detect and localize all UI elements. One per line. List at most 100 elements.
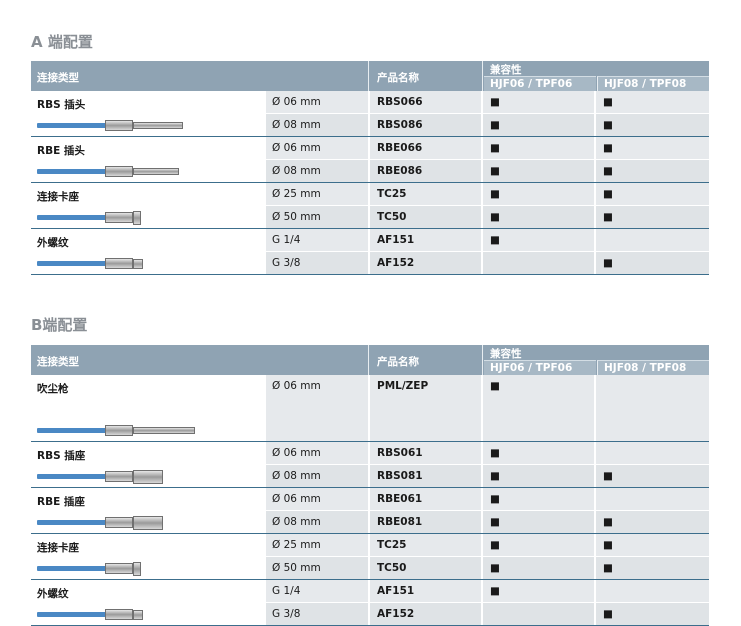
config-group: RBS 插头 Ø 06 mm RBS066 ■ ■ Ø 08 mm RBS086 ■ ■ (31, 91, 709, 137)
diameter-cell: Ø 50 mm (272, 211, 321, 223)
product-name-cell: RBS086 (377, 119, 423, 131)
fitting-end (133, 610, 143, 620)
header-divider (482, 345, 483, 375)
compat-cell-col1: ■ (490, 539, 500, 551)
column-divider (481, 91, 483, 113)
fitting-body (105, 258, 133, 269)
column-divider (594, 534, 596, 556)
group-label-cell: 连接卡座 (31, 534, 266, 579)
group-label: RBS 插座 (37, 450, 86, 462)
column-divider (368, 442, 370, 464)
product-name-cell: RBS061 (377, 447, 423, 459)
table-row: Ø 08 mm RBS086 ■ ■ (266, 114, 709, 136)
diameter-cell: G 3/8 (272, 608, 301, 620)
rbe-plug-icon (37, 165, 207, 179)
header-compat-col2: HJF08 / TPF08 (597, 360, 709, 375)
male-thread-icon (37, 608, 207, 622)
compat-cell-col1: ■ (490, 447, 500, 459)
fitting-end (133, 122, 183, 129)
column-divider (481, 580, 483, 602)
column-divider (368, 206, 370, 228)
group-label: 吹尘枪 (37, 383, 69, 395)
product-name-cell: PML/ZEP (377, 380, 429, 392)
group-label-cell: 外螺纹 (31, 580, 266, 625)
column-divider (594, 557, 596, 579)
fitting-body (105, 517, 133, 528)
blow-gun-icon (37, 424, 207, 438)
table-row: Ø 50 mm TC50 ■ ■ (266, 206, 709, 228)
hose-graphic (37, 566, 109, 571)
product-name-cell: RBE061 (377, 493, 423, 505)
column-divider (368, 252, 370, 274)
column-divider (594, 580, 596, 602)
product-name-cell: TC25 (377, 539, 407, 551)
compat-cell-col1: ■ (490, 96, 500, 108)
compat-cell-col2: ■ (603, 516, 613, 528)
column-divider (481, 229, 483, 251)
column-divider (368, 534, 370, 556)
header-divider (482, 61, 483, 91)
clamp-socket-icon (37, 211, 207, 225)
column-divider (368, 137, 370, 159)
column-divider (594, 465, 596, 487)
fitting-end (133, 427, 195, 434)
compat-cell-col2: ■ (603, 119, 613, 131)
compat-cell-col2: ■ (603, 608, 613, 620)
column-divider (481, 137, 483, 159)
hose-graphic (37, 261, 109, 266)
header-connection-type: 连接类型 (37, 72, 79, 84)
diameter-cell: Ø 06 mm (272, 142, 321, 154)
column-divider (481, 183, 483, 205)
hose-graphic (37, 215, 109, 220)
group-label-cell: RBS 插座 (31, 442, 266, 487)
column-divider (368, 580, 370, 602)
column-divider (481, 465, 483, 487)
config-group: RBS 插座 Ø 06 mm RBS061 ■ Ø 08 mm RBS081 ■ ■ (31, 442, 709, 488)
group-label-cell: RBS 插头 (31, 91, 266, 136)
table-header: 连接类型 产品名称 兼容性 HJF06 / TPF06 HJF08 / TPF08 (31, 345, 709, 375)
diameter-cell: Ø 06 mm (272, 380, 321, 392)
table-row: G 1/4 AF151 ■ (266, 229, 709, 251)
compat-cell-col1: ■ (490, 470, 500, 482)
group-label: 外螺纹 (37, 588, 69, 600)
header-product-name: 产品名称 (377, 72, 419, 84)
config-group: 连接卡座 Ø 25 mm TC25 ■ ■ Ø 50 mm TC50 ■ ■ (31, 183, 709, 229)
product-name-cell: AF152 (377, 257, 415, 269)
fitting-end (133, 211, 141, 225)
table-row: Ø 50 mm TC50 ■ ■ (266, 557, 709, 579)
table-row: Ø 08 mm RBE086 ■ ■ (266, 160, 709, 182)
fitting-end (133, 168, 179, 175)
table-row: Ø 25 mm TC25 ■ ■ (266, 183, 709, 205)
group-label: RBE 插座 (37, 496, 85, 508)
fitting-body (105, 212, 133, 223)
fitting-body (105, 425, 133, 436)
hose-graphic (37, 474, 109, 479)
product-name-cell: AF151 (377, 234, 415, 246)
diameter-cell: Ø 08 mm (272, 165, 321, 177)
table-row: G 1/4 AF151 ■ (266, 580, 709, 602)
column-divider (368, 488, 370, 510)
table-row: G 3/8 AF152 ■ (266, 252, 709, 274)
compat-cell-col1: ■ (490, 234, 500, 246)
hose-graphic (37, 123, 109, 128)
compat-cell-col1: ■ (490, 516, 500, 528)
column-divider (481, 442, 483, 464)
diameter-cell: Ø 06 mm (272, 96, 321, 108)
diameter-cell: G 3/8 (272, 257, 301, 269)
config-group: RBE 插头 Ø 06 mm RBE066 ■ ■ Ø 08 mm RBE086 ■ ■ (31, 137, 709, 183)
header-compatibility: 兼容性 (490, 348, 522, 360)
rbs-socket-icon (37, 470, 207, 484)
compat-cell-col2: ■ (603, 96, 613, 108)
config-group: 外螺纹 G 1/4 AF151 ■ G 3/8 AF152 ■ (31, 580, 709, 626)
product-name-cell: AF151 (377, 585, 415, 597)
product-name-cell: TC50 (377, 211, 407, 223)
hose-graphic (37, 520, 109, 525)
column-divider (481, 603, 483, 625)
hose-graphic (37, 169, 109, 174)
column-divider (481, 375, 483, 441)
column-divider (368, 91, 370, 113)
rbs-plug-icon (37, 119, 207, 133)
fitting-end (133, 259, 143, 269)
compat-cell-col2: ■ (603, 188, 613, 200)
fitting-end (133, 470, 163, 484)
